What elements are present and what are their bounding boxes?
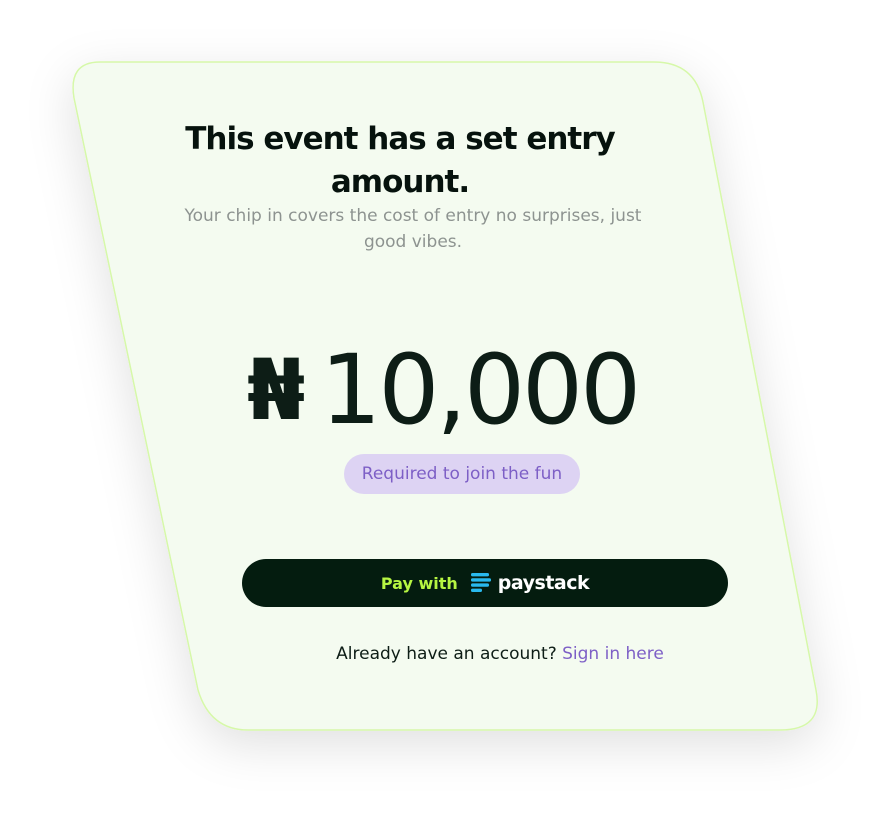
stage: This event has a set entry amount. Your … <box>0 0 891 815</box>
entry-amount: ₦ 10,000 <box>200 330 685 450</box>
paystack-wordmark: paystack <box>497 572 590 594</box>
paystack-logo: paystack <box>470 572 590 594</box>
page-title: This event has a set entry amount. <box>185 121 615 200</box>
required-badge: Required to join the fun <box>344 454 580 494</box>
sign-in-link[interactable]: Sign in here <box>562 644 664 664</box>
pay-with-paystack-button[interactable]: Pay with paystack <box>242 559 728 607</box>
signin-prompt-row: Already have an account? Sign in here <box>250 641 750 667</box>
subtitle: Your chip in covers the cost of entry no… <box>184 206 642 252</box>
amount-value: 10,000 <box>320 334 641 446</box>
currency-symbol: ₦ <box>246 341 305 439</box>
signin-prompt: Already have an account? <box>336 644 557 664</box>
pay-button-label: Pay with <box>380 573 458 593</box>
paystack-logo-icon <box>470 573 491 592</box>
